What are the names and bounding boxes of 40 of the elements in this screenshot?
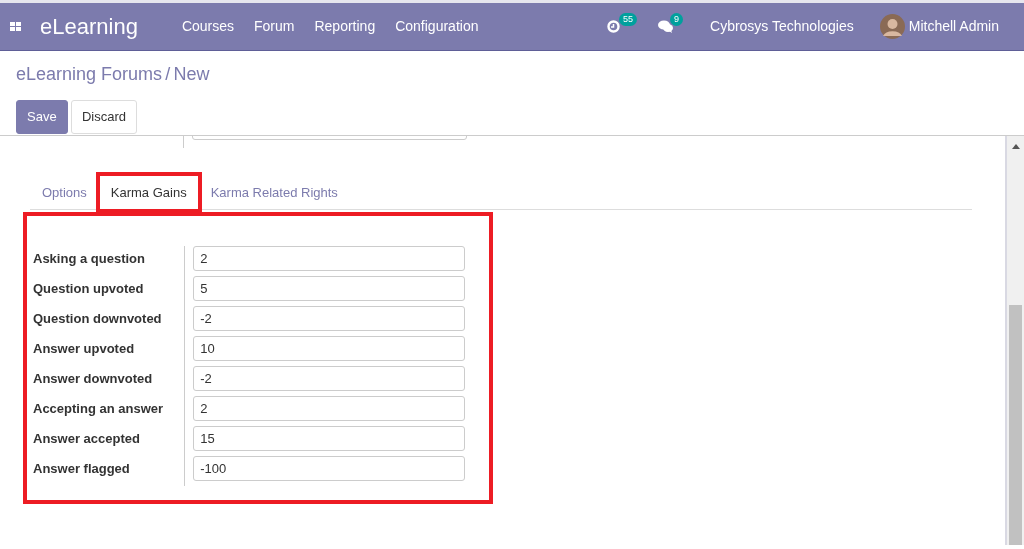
company-name[interactable]: Cybrosys Technologies — [700, 16, 864, 37]
clock-icon[interactable] — [607, 20, 620, 33]
chat-icon[interactable] — [658, 20, 674, 33]
tab[interactable]: Karma Gains — [98, 174, 199, 210]
scrollbar[interactable] — [1007, 136, 1024, 545]
field-label: Question upvoted — [33, 276, 186, 306]
field-label: Accepting an answer — [33, 396, 186, 426]
input-field[interactable]: 2 — [193, 396, 465, 421]
input-field[interactable]: 15 — [193, 426, 465, 451]
scrollbar-thumb[interactable] — [1009, 305, 1022, 545]
breadcrumb-separator: / — [165, 63, 171, 86]
tab[interactable]: Options — [30, 174, 99, 210]
field-label: Answer upvoted — [33, 336, 186, 366]
scroll-up-icon[interactable] — [1011, 144, 1020, 149]
menu-item[interactable]: Reporting — [304, 16, 386, 37]
field-label: Asking a question — [33, 246, 186, 276]
menu-item[interactable]: Courses — [171, 16, 244, 37]
discard-button[interactable]: Discard — [70, 100, 137, 134]
field-label: Answer downvoted — [33, 366, 186, 396]
app-name: eLearning — [40, 13, 138, 41]
field-label: Answer flagged — [33, 456, 186, 486]
field-label: Question downvoted — [33, 306, 186, 336]
menu-item[interactable]: Forum — [244, 16, 305, 37]
tab[interactable]: Karma Related Rights — [198, 174, 350, 210]
breadcrumb-link[interactable]: eLearning Forums — [16, 61, 163, 88]
menu-item[interactable]: Configuration — [385, 16, 489, 37]
breadcrumb-current: New — [173, 63, 210, 86]
input-field[interactable]: 2 — [193, 246, 465, 271]
apps-menu-icon[interactable] — [10, 21, 22, 32]
input-field[interactable]: -2 — [193, 366, 465, 391]
avatar-icon[interactable] — [879, 14, 905, 39]
input-field[interactable]: 10 — [193, 336, 465, 361]
field-label: Answer accepted — [33, 426, 186, 456]
input-field[interactable]: -100 — [193, 456, 465, 481]
count-badge: 55 — [619, 13, 638, 26]
user-name[interactable]: Mitchell Admin — [904, 16, 1009, 37]
save-button[interactable]: Save — [16, 100, 68, 134]
input-field[interactable]: 5 — [193, 276, 465, 301]
count-badge: 9 — [670, 13, 684, 26]
input-field[interactable]: -2 — [193, 306, 465, 331]
